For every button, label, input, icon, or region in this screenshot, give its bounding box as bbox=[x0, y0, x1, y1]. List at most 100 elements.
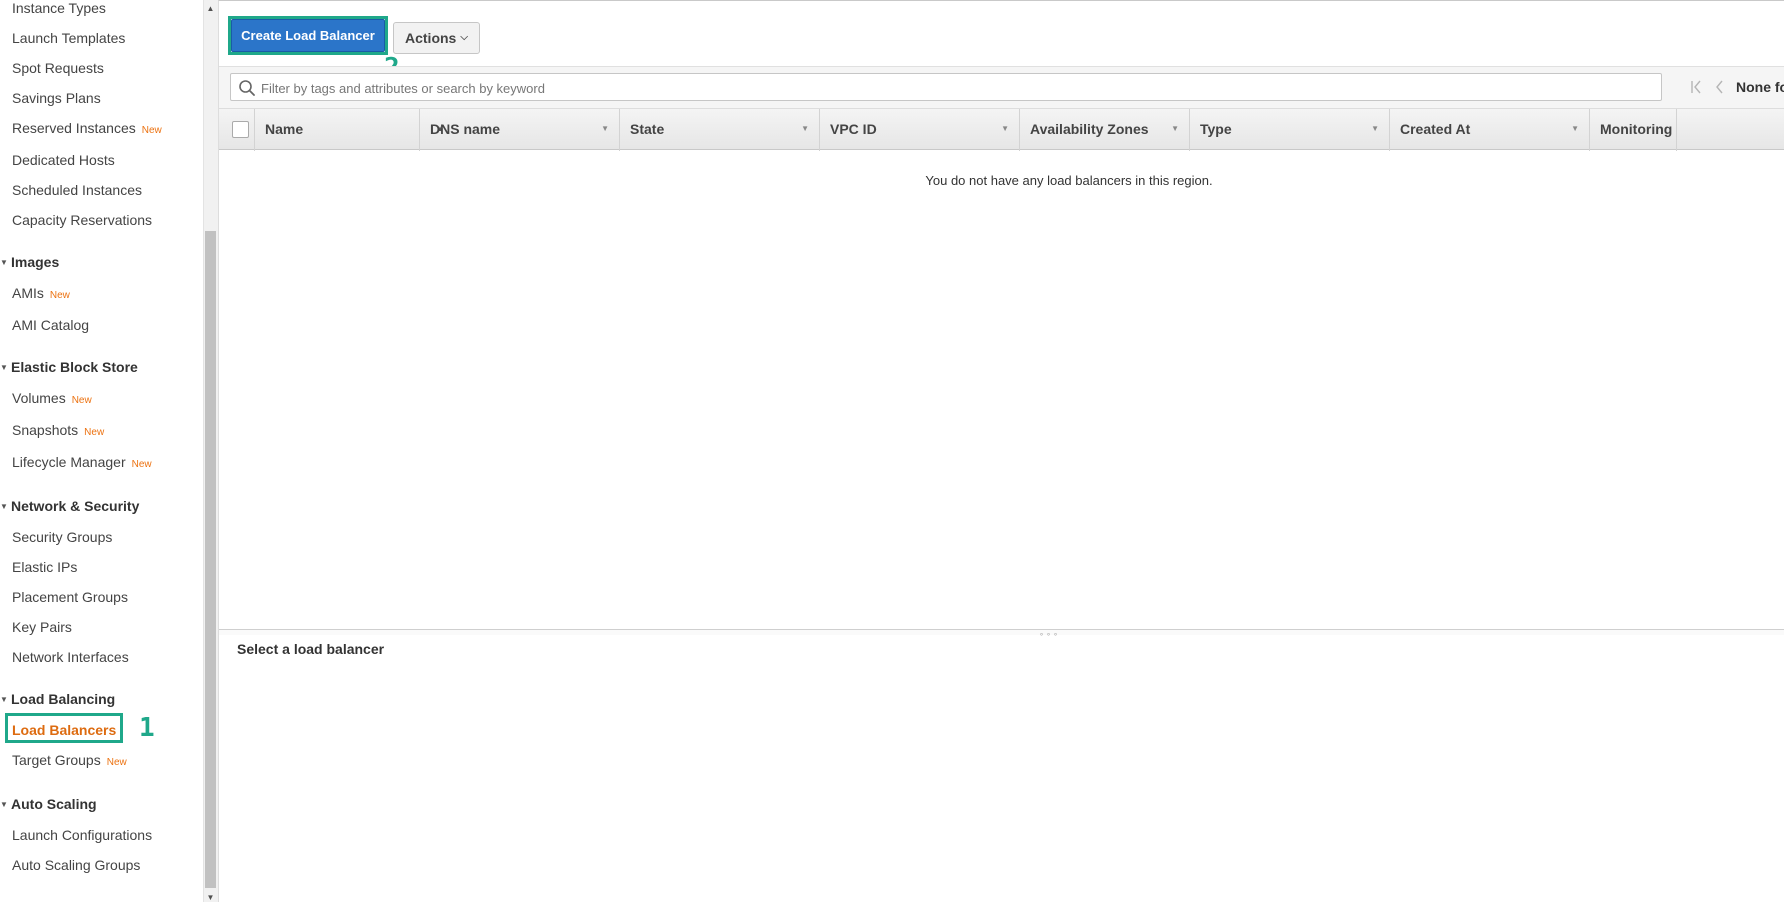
column-header-vpc-id[interactable]: VPC ID ▼ bbox=[819, 109, 1019, 151]
column-header-created-at[interactable]: Created At ▼ bbox=[1389, 109, 1589, 151]
create-load-balancer-button[interactable]: Create Load Balancer bbox=[231, 19, 385, 52]
sidebar-group-images[interactable]: ▼ Images bbox=[0, 253, 59, 272]
sidebar-group-label: Load Balancing bbox=[11, 691, 116, 707]
sidebar-item-label: Volumes bbox=[12, 390, 66, 406]
panel-resize-handle[interactable]: ∘∘∘ bbox=[219, 629, 1784, 639]
sidebar-item-label: Network Interfaces bbox=[12, 649, 129, 665]
sidebar-item-label: Savings Plans bbox=[12, 90, 101, 106]
sort-icon: ▼ bbox=[1371, 124, 1379, 133]
sidebar-item-key-pairs[interactable]: Key Pairs bbox=[12, 618, 72, 636]
sort-icon: ▼ bbox=[1001, 124, 1009, 133]
sidebar-item-capacity-reservations[interactable]: Capacity Reservations bbox=[12, 211, 152, 229]
sidebar-item-security-groups[interactable]: Security Groups bbox=[12, 528, 112, 546]
sidebar-item-label: Instance Types bbox=[12, 0, 106, 16]
sidebar-item-label: Launch Templates bbox=[12, 30, 126, 46]
search-input[interactable] bbox=[261, 77, 1656, 99]
sidebar-item-scheduled-instances[interactable]: Scheduled Instances bbox=[12, 181, 142, 199]
grip-dots-icon: ∘∘∘ bbox=[1039, 630, 1061, 639]
sidebar-item-label: AMI Catalog bbox=[12, 317, 90, 333]
column-label: Type bbox=[1200, 121, 1232, 137]
sidebar-item-label: Security Groups bbox=[12, 529, 113, 545]
column-label: State bbox=[630, 121, 665, 137]
sidebar-item-lifecycle-manager[interactable]: Lifecycle Manager New bbox=[12, 453, 152, 474]
sidebar-item-ami-catalog[interactable]: AMI Catalog bbox=[12, 316, 89, 334]
detail-panel-title: Select a load balancer bbox=[237, 641, 385, 657]
sidebar-item-label: Launch Configurations bbox=[12, 827, 153, 843]
sidebar-item-savings-plans[interactable]: Savings Plans bbox=[12, 89, 101, 107]
column-header-availability-zones[interactable]: Availability Zones ▼ bbox=[1019, 109, 1189, 151]
column-label: Created At bbox=[1400, 121, 1471, 137]
column-label: Name bbox=[265, 121, 304, 137]
sidebar-item-load-balancers[interactable]: Load Balancers bbox=[12, 721, 116, 739]
new-badge: New bbox=[106, 757, 127, 768]
sidebar-item-reserved-instances[interactable]: Reserved Instances New bbox=[12, 119, 162, 140]
sidebar-item-label: Lifecycle Manager bbox=[12, 454, 126, 470]
sidebar-item-auto-scaling-groups[interactable]: Auto Scaling Groups bbox=[12, 856, 140, 874]
sidebar-group-elastic-block-store[interactable]: ▼ Elastic Block Store bbox=[0, 358, 138, 377]
new-badge: New bbox=[131, 459, 152, 470]
column-header-state[interactable]: State ▼ bbox=[619, 109, 819, 151]
sidebar-item-snapshots[interactable]: Snapshots New bbox=[12, 421, 104, 442]
sidebar-item-label: Target Groups bbox=[12, 752, 101, 768]
actions-dropdown-button[interactable]: Actions ⌵ bbox=[393, 22, 480, 54]
caret-down-icon: ▼ bbox=[0, 502, 8, 511]
new-badge: New bbox=[71, 395, 92, 406]
previous-page-icon[interactable] bbox=[1712, 77, 1728, 97]
search-box[interactable] bbox=[230, 73, 1662, 101]
caret-down-icon: ▼ bbox=[0, 800, 8, 809]
sidebar-item-label: AMIs bbox=[12, 285, 44, 301]
sort-icon: ▼ bbox=[1571, 124, 1579, 133]
sidebar-item-spot-requests[interactable]: Spot Requests bbox=[12, 59, 104, 77]
search-icon bbox=[239, 80, 255, 96]
column-header-dns-name[interactable]: DNS name ▼ bbox=[419, 109, 619, 151]
first-page-icon[interactable] bbox=[1689, 77, 1705, 97]
sidebar-item-label: Key Pairs bbox=[12, 619, 72, 635]
sidebar-item-label: Spot Requests bbox=[12, 60, 104, 76]
column-label: VPC ID bbox=[830, 121, 877, 137]
filter-toolbar: None fo bbox=[219, 66, 1784, 108]
sidebar-item-placement-groups[interactable]: Placement Groups bbox=[12, 588, 128, 606]
actions-label: Actions bbox=[405, 30, 457, 46]
select-all-checkbox[interactable] bbox=[232, 121, 249, 138]
column-header-type[interactable]: Type ▼ bbox=[1189, 109, 1389, 151]
sidebar-item-label: Capacity Reservations bbox=[12, 212, 153, 228]
column-label: Availability Zones bbox=[1030, 121, 1149, 137]
sidebar-item-label: Auto Scaling Groups bbox=[12, 857, 141, 873]
column-label: Monitoring bbox=[1600, 121, 1673, 137]
sidebar-item-launch-configurations[interactable]: Launch Configurations bbox=[12, 826, 152, 844]
sidebar-item-target-groups[interactable]: Target Groups New bbox=[12, 751, 127, 772]
sidebar-group-load-balancing[interactable]: ▼ Load Balancing bbox=[0, 690, 115, 709]
sidebar-item-instance-types[interactable]: Instance Types bbox=[12, 0, 106, 17]
sidebar-item-volumes[interactable]: Volumes New bbox=[12, 389, 92, 410]
sort-icon: ▼ bbox=[801, 124, 809, 133]
sidebar-scrollbar-thumb[interactable] bbox=[205, 231, 216, 888]
sidebar-item-network-interfaces[interactable]: Network Interfaces bbox=[12, 648, 129, 666]
column-header-monitoring[interactable]: Monitoring bbox=[1589, 109, 1677, 151]
sidebar-item-label: Load Balancers bbox=[12, 722, 117, 738]
sidebar-item-label: Elastic IPs bbox=[12, 559, 78, 575]
caret-down-icon: ▼ bbox=[0, 258, 8, 267]
sidebar-item-launch-templates[interactable]: Launch Templates bbox=[12, 29, 125, 47]
sidebar-group-auto-scaling[interactable]: ▼ Auto Scaling bbox=[0, 795, 97, 814]
sidebar-group-label: Auto Scaling bbox=[11, 796, 97, 812]
pagination-text: None fo bbox=[1736, 79, 1784, 95]
sidebar-group-label: Network & Security bbox=[11, 498, 140, 514]
new-badge: New bbox=[49, 290, 70, 301]
sidebar-item-label: Placement Groups bbox=[12, 589, 128, 605]
caret-down-icon: ▼ bbox=[0, 363, 8, 372]
sidebar: Instance Types Launch Templates Spot Req… bbox=[0, 0, 203, 902]
sidebar-group-label: Images bbox=[11, 254, 60, 270]
sidebar-item-amis[interactable]: AMIs New bbox=[12, 284, 70, 305]
scroll-up-arrow-icon[interactable]: ▲ bbox=[205, 4, 216, 13]
column-label: DNS name bbox=[430, 121, 501, 137]
sidebar-item-label: Dedicated Hosts bbox=[12, 152, 115, 168]
sidebar-item-elastic-ips[interactable]: Elastic IPs bbox=[12, 558, 77, 576]
sidebar-item-label: Scheduled Instances bbox=[12, 182, 142, 198]
step-1-label: 1 bbox=[139, 713, 155, 743]
sidebar-group-network-security[interactable]: ▼ Network & Security bbox=[0, 497, 139, 516]
sidebar-item-dedicated-hosts[interactable]: Dedicated Hosts bbox=[12, 151, 115, 169]
sort-icon: ▼ bbox=[1171, 124, 1179, 133]
sidebar-item-label: Snapshots bbox=[12, 422, 79, 438]
sort-icon: ▼ bbox=[601, 124, 609, 133]
scroll-down-arrow-icon[interactable]: ▼ bbox=[205, 893, 216, 902]
